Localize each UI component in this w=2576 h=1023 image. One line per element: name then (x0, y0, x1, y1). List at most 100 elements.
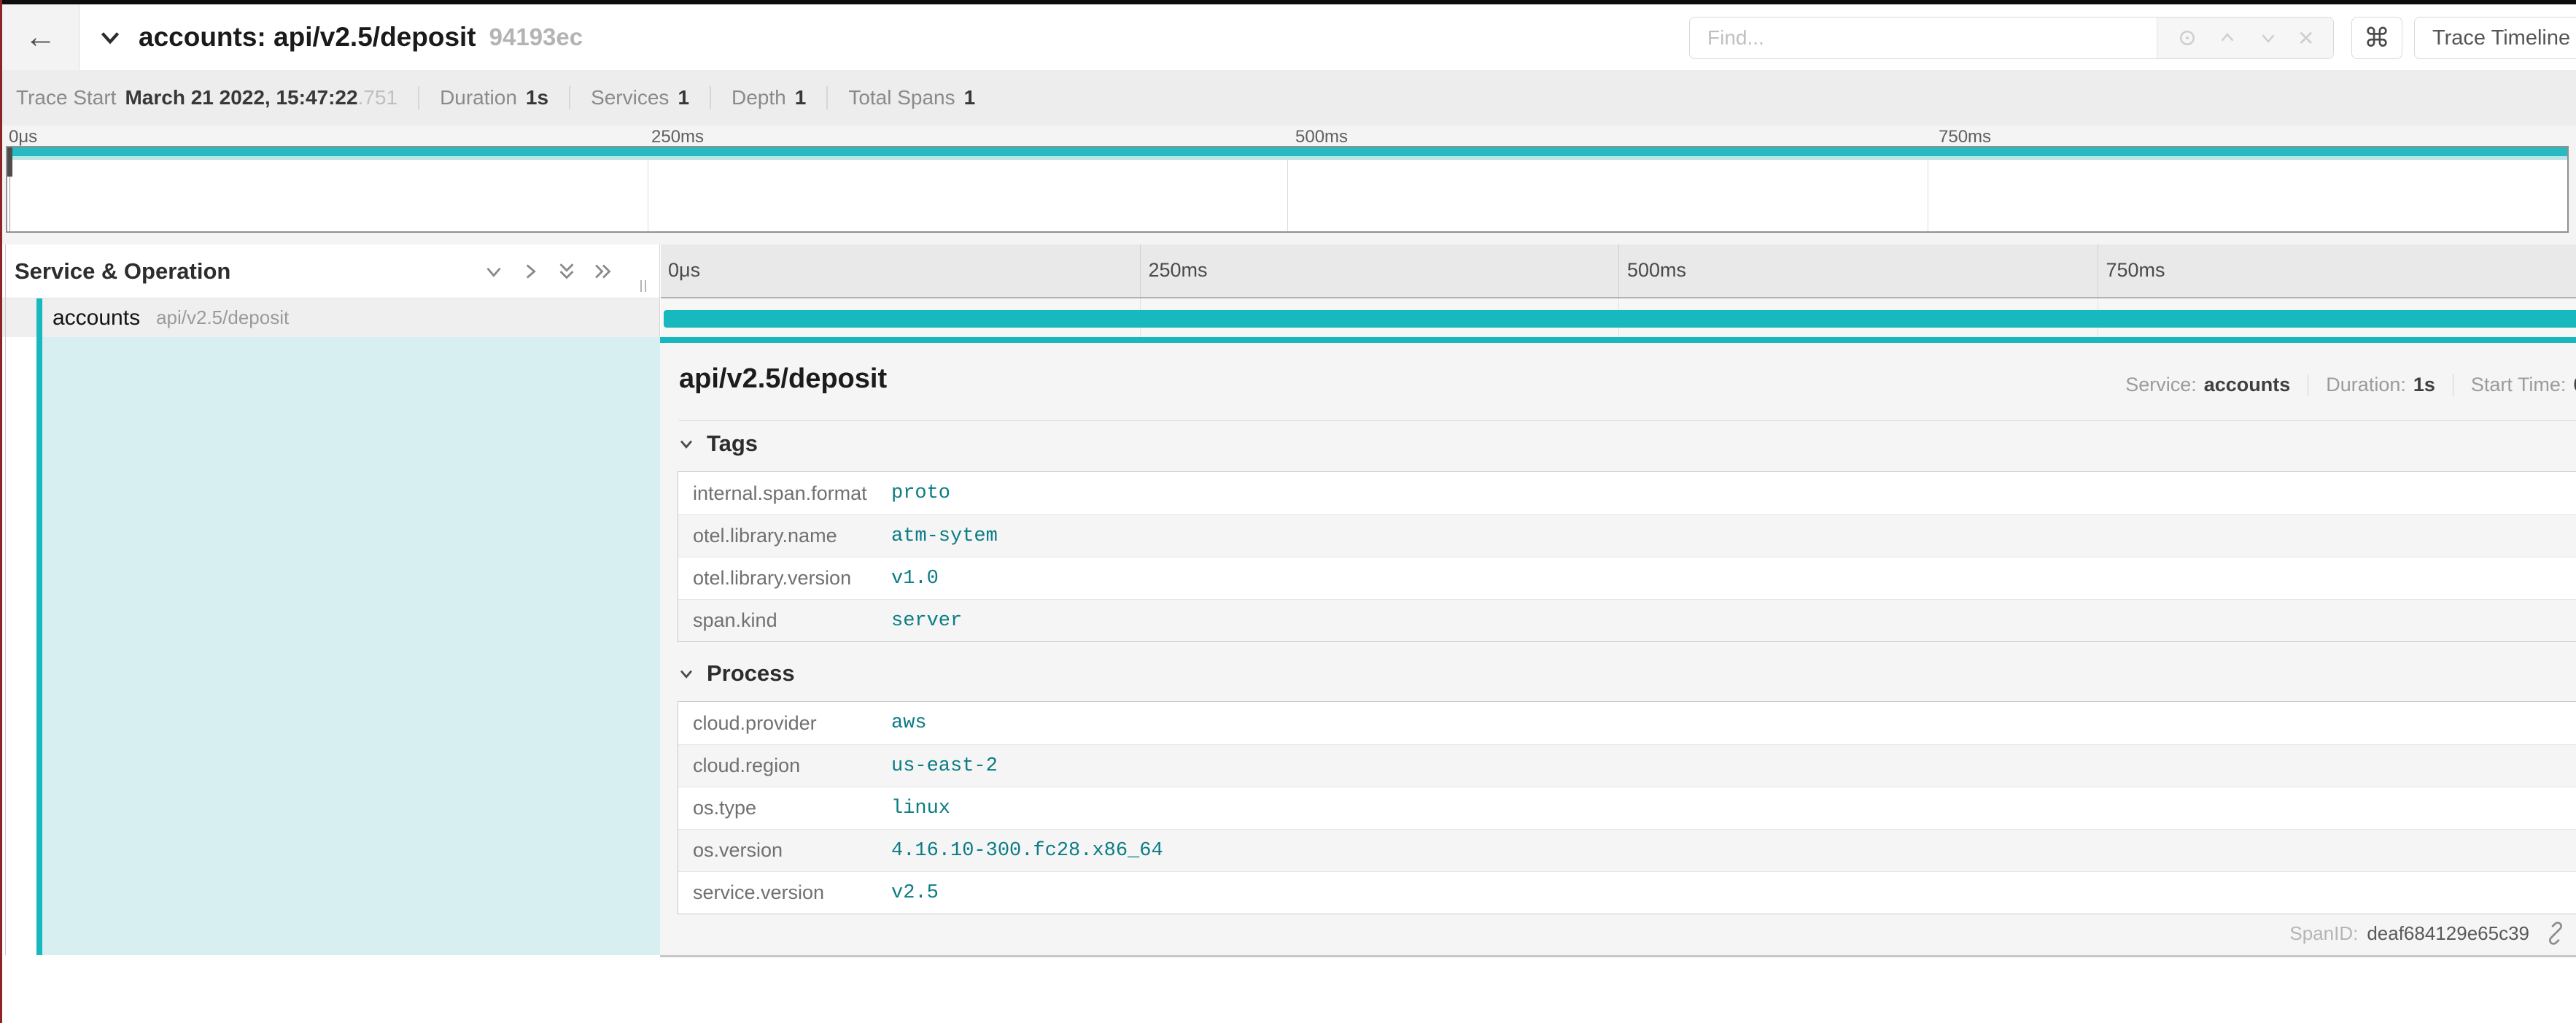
find-addon: ✕ (2157, 18, 2333, 58)
kv-row: cloud.region us-east-2 (678, 744, 2576, 787)
minimap-tick: 750ms (1939, 127, 1991, 147)
minimap-span-bar (7, 147, 2567, 156)
span-detail-meta: Service: accounts Duration: 1s Start Tim… (2125, 374, 2576, 396)
kv-value: server (880, 610, 962, 632)
meta-value: 1 (964, 86, 976, 109)
meta-value: 1s (526, 86, 548, 109)
kv-row: internal.span.format proto (678, 472, 2576, 514)
clear-find-close-icon[interactable]: ✕ (2297, 26, 2314, 50)
meta-value-suffix: .751 (358, 86, 398, 109)
command-icon: ⌘ (2364, 23, 2390, 53)
span-duration-bar[interactable] (664, 310, 2576, 328)
span-id-value: deaf684129e65c39 (2367, 922, 2529, 945)
tags-section-header[interactable]: Tags (676, 431, 758, 457)
span-row[interactable]: accounts api/v2.5/deposit (0, 298, 2576, 337)
collapse-all-double-chevron-down-icon[interactable] (554, 259, 579, 284)
meta-label: Total Spans (848, 86, 955, 109)
column-resizer-grip[interactable] (640, 280, 646, 292)
span-id-label: SpanID: (2289, 922, 2358, 945)
kv-key: internal.span.format (678, 482, 880, 505)
meta-value: 1s (2413, 374, 2435, 396)
section-title: Process (707, 660, 795, 687)
kv-row: otel.library.name atm-sytem (678, 514, 2576, 557)
meta-label: Depth (732, 86, 786, 109)
span-operation-name: api/v2.5/deposit (156, 306, 289, 329)
divider (569, 86, 570, 109)
span-detail-left-gutter (0, 337, 660, 955)
expand-all-double-chevron-right-icon[interactable] (591, 259, 616, 284)
minimap-gridline (1287, 147, 1288, 231)
timeline-tick: 250ms (1149, 259, 1208, 282)
kv-key: cloud.provider (678, 712, 880, 735)
meta-label: Services (591, 86, 669, 109)
span-detail-section: api/v2.5/deposit Service: accounts Durat… (0, 337, 2576, 957)
locate-icon[interactable] (2176, 27, 2198, 49)
service-operation-header: Service & Operation (0, 244, 660, 298)
selected-span-highlight (42, 337, 660, 955)
kv-value: v2.5 (880, 882, 939, 904)
chevron-down-icon (676, 433, 697, 454)
trace-header: ← accounts: api/v2.5/deposit 94193ec (0, 4, 2576, 70)
divider (826, 86, 828, 109)
section-title: Tags (707, 431, 758, 457)
kv-key: otel.library.version (678, 567, 880, 590)
find-group: ✕ (1689, 17, 2334, 59)
find-input[interactable] (1690, 18, 2157, 58)
timeline-tick: 500ms (1627, 259, 1686, 282)
divider (710, 86, 711, 109)
view-selector-label: Trace Timeline (2432, 26, 2570, 50)
process-table: cloud.provider aws cloud.region us-east-… (678, 701, 2576, 914)
timeline-ticks-header: 0μs 250ms 500ms 750ms (661, 244, 2576, 298)
timeline-tick: 750ms (2106, 259, 2165, 282)
trace-meta-bar: Trace Start March 21 2022, 15:47:22 .751… (0, 70, 2576, 126)
span-service-name: accounts (53, 306, 140, 331)
prev-result-chevron-up-icon[interactable] (2216, 27, 2238, 49)
deep-link-icon[interactable] (2544, 922, 2567, 945)
view-selector-button[interactable]: Trace Timeline (2414, 17, 2576, 59)
expand-one-chevron-right-icon[interactable] (518, 259, 543, 284)
kv-row: os.version 4.16.10-300.fc28.x86_64 (678, 829, 2576, 871)
kv-row: service.version v2.5 (678, 871, 2576, 914)
collapse-controls (481, 259, 616, 284)
chevron-down-icon (676, 663, 697, 684)
kv-row: span.kind server (678, 599, 2576, 641)
jaeger-trace-page: ← accounts: api/v2.5/deposit 94193ec (0, 0, 2576, 1023)
trace-id-short: 94193ec (489, 23, 583, 51)
kv-value: us-east-2 (880, 755, 998, 777)
keyboard-shortcuts-button[interactable]: ⌘ (2351, 17, 2402, 59)
minimap-span-bar-underline (7, 156, 2567, 160)
service-color-stripe (36, 337, 42, 955)
back-button[interactable]: ← (2, 4, 79, 70)
minimap-canvas[interactable] (6, 146, 2569, 233)
meta-value: 1 (678, 86, 689, 109)
kv-value: proto (880, 482, 950, 504)
minimap-tick: 0μs (9, 127, 37, 147)
kv-value: aws (880, 712, 927, 734)
kv-key: service.version (678, 881, 880, 904)
timeline-tick: 0μs (668, 259, 700, 282)
process-section-header[interactable]: Process (676, 660, 795, 687)
collapse-one-chevron-down-icon[interactable] (481, 259, 506, 284)
service-operation-label: Service & Operation (15, 258, 230, 285)
collapse-trace-chevron-down-icon[interactable] (96, 23, 124, 51)
meta-label: Trace Start (16, 86, 116, 109)
page-title: accounts: api/v2.5/deposit (139, 22, 476, 53)
kv-value: linux (880, 798, 950, 819)
minimap-tick: 250ms (651, 127, 704, 147)
span-name-cell[interactable]: accounts api/v2.5/deposit (0, 298, 660, 337)
next-result-chevron-down-icon[interactable] (2257, 27, 2279, 49)
trace-minimap: 0μs 250ms 500ms 750ms (0, 126, 2576, 244)
timeline-gridline (1140, 244, 1141, 297)
kv-value: 4.16.10-300.fc28.x86_64 (880, 840, 1163, 862)
back-arrow-icon: ← (25, 19, 57, 55)
kv-row: cloud.provider aws (678, 702, 2576, 744)
minimap-scrubber-handle[interactable] (7, 147, 12, 177)
span-detail-title: api/v2.5/deposit (679, 363, 887, 395)
kv-value: atm-sytem (880, 525, 998, 547)
kv-key: otel.library.name (678, 525, 880, 547)
meta-value: accounts (2204, 374, 2291, 396)
kv-key: span.kind (678, 609, 880, 632)
meta-label: Service: (2125, 374, 2197, 396)
kv-key: cloud.region (678, 754, 880, 777)
meta-label: Start Time: (2471, 374, 2567, 396)
